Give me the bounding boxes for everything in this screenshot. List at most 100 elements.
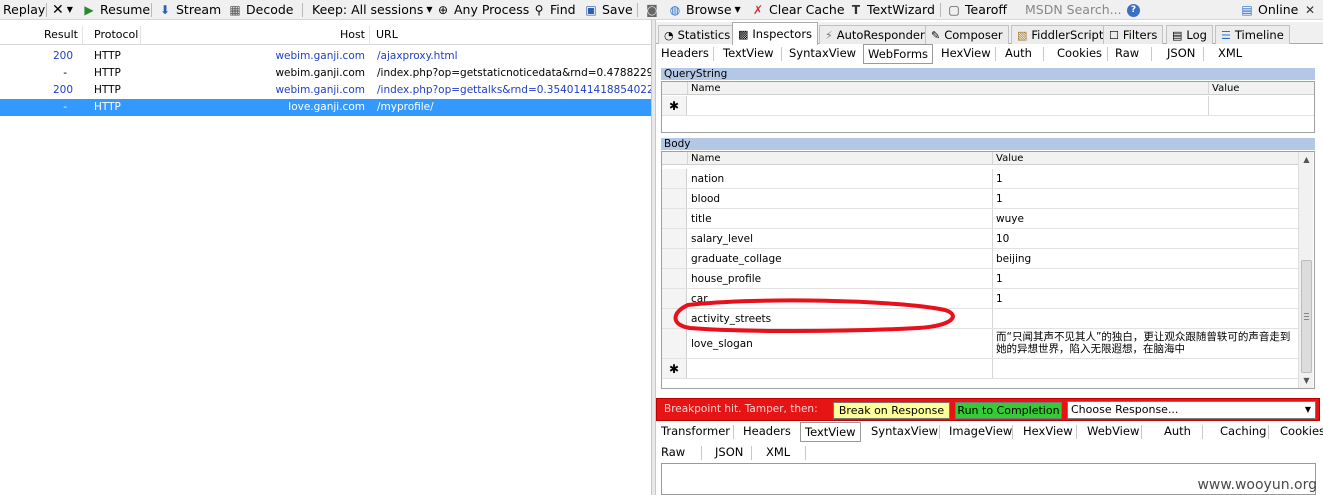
tab-json[interactable]: JSON: [711, 443, 747, 463]
body-scrollbar[interactable]: ▲ ▼: [1298, 152, 1313, 388]
querystring-new-row[interactable]: ✱: [662, 96, 1314, 116]
tab-composer[interactable]: ✎ Composer: [925, 25, 1009, 44]
tab-cookies[interactable]: Cookies: [1053, 44, 1106, 64]
tab-json[interactable]: JSON: [1163, 44, 1199, 64]
body-row[interactable]: title wuye: [662, 209, 1298, 229]
querystring-new-name-cell[interactable]: [688, 96, 1209, 115]
tab-xml[interactable]: XML: [1214, 44, 1246, 64]
panel-splitter[interactable]: [651, 20, 656, 495]
tab-cookies[interactable]: Cookies: [1276, 422, 1323, 442]
tab-inspectors[interactable]: ▩ Inspectors: [732, 22, 819, 45]
tab-textview[interactable]: TextView: [800, 422, 861, 442]
scroll-down-icon[interactable]: ▼: [1299, 373, 1314, 388]
msdn-search-input[interactable]: MSDN Search...: [1025, 0, 1122, 20]
scroll-up-icon[interactable]: ▲: [1299, 152, 1314, 167]
body-name-cell[interactable]: title: [688, 209, 993, 228]
body-new-name-cell[interactable]: [688, 359, 993, 378]
body-column-value[interactable]: Value: [993, 152, 1298, 164]
tab-xml[interactable]: XML: [762, 443, 794, 463]
tab-textview[interactable]: TextView: [719, 44, 778, 64]
resume-button[interactable]: ▶ Resume: [82, 0, 150, 20]
body-value-cell[interactable]: [993, 309, 1298, 328]
body-row[interactable]: graduate_collage beijing: [662, 249, 1298, 269]
clear-cache-button[interactable]: ✗ Clear Cache: [751, 0, 845, 20]
tab-syntaxview[interactable]: SyntaxView: [785, 44, 860, 64]
browse-button[interactable]: ◍ Browse ▼: [668, 0, 741, 20]
body-column-name[interactable]: Name: [688, 152, 993, 164]
body-row[interactable]: salary_level 10: [662, 229, 1298, 249]
help-button[interactable]: ?: [1127, 0, 1140, 20]
session-row[interactable]: 200 HTTP webim.ganji.com /ajaxproxy.html: [0, 48, 651, 65]
querystring-new-value-cell[interactable]: [1209, 96, 1314, 115]
textwizard-button[interactable]: T TextWizard: [849, 0, 935, 20]
body-new-row[interactable]: ✱: [662, 359, 1298, 379]
body-new-value-cell[interactable]: [993, 359, 1298, 378]
body-value-cell[interactable]: beijing: [993, 249, 1298, 268]
tab-divider: [733, 425, 734, 439]
column-host[interactable]: Host: [140, 26, 370, 45]
body-row[interactable]: blood 1: [662, 189, 1298, 209]
body-value-cell[interactable]: 10: [993, 229, 1298, 248]
tab-hexview[interactable]: HexView: [1019, 422, 1077, 442]
column-result[interactable]: Result: [0, 26, 83, 45]
body-name-cell[interactable]: nation: [688, 169, 993, 188]
replay-button[interactable]: Replay: [3, 0, 45, 20]
keep-sessions-dropdown[interactable]: Keep: All sessions ▼: [312, 0, 432, 20]
tab-webview[interactable]: WebView: [1083, 422, 1143, 442]
querystring-column-name[interactable]: Name: [688, 82, 1209, 94]
body-name-cell[interactable]: salary_level: [688, 229, 993, 248]
tab-caching[interactable]: Caching: [1216, 422, 1270, 442]
body-value-cell[interactable]: wuye: [993, 209, 1298, 228]
decode-button[interactable]: ▦ Decode: [228, 0, 293, 20]
choose-response-select[interactable]: Choose Response... ▼: [1067, 401, 1316, 419]
tab-auth[interactable]: Auth: [1001, 44, 1036, 64]
session-row[interactable]: 200 HTTP webim.ganji.com /index.php?op=g…: [0, 82, 651, 99]
find-button[interactable]: ⚲ Find: [532, 0, 576, 20]
online-status[interactable]: ▤ Online: [1240, 0, 1298, 20]
body-value-cell[interactable]: 而“只闻其声不见其人”的独白，更让观众跟随曾轶可的声音走到她的异想世界，陷入无限…: [993, 329, 1298, 358]
tab-autoresponder[interactable]: ⚡ AutoResponder: [819, 25, 931, 44]
tab-headers[interactable]: Headers: [739, 422, 795, 442]
tab-hexview[interactable]: HexView: [937, 44, 995, 64]
run-to-completion-button[interactable]: Run to Completion: [955, 402, 1062, 419]
break-on-response-button[interactable]: Break on Response: [833, 402, 950, 419]
tearoff-button[interactable]: ▢ Tearoff: [947, 0, 1007, 20]
tab-transformer[interactable]: Transformer: [657, 422, 734, 442]
tab-syntaxview[interactable]: SyntaxView: [867, 422, 942, 442]
tab-timeline[interactable]: ☰ Timeline: [1215, 25, 1290, 44]
body-name-cell[interactable]: graduate_collage: [688, 249, 993, 268]
body-value-cell[interactable]: 1: [993, 189, 1298, 208]
body-name-cell[interactable]: blood: [688, 189, 993, 208]
scrollbar-thumb[interactable]: [1301, 260, 1312, 373]
body-value-cell[interactable]: 1: [993, 269, 1298, 288]
tab-raw[interactable]: Raw: [1111, 44, 1143, 64]
tab-filters[interactable]: ☐ Filters: [1103, 25, 1164, 44]
tab-webforms[interactable]: WebForms: [863, 44, 934, 64]
window-icon: ▢: [948, 3, 960, 17]
tab-fiddlerscript[interactable]: ▧ FiddlerScript: [1011, 25, 1110, 44]
session-row-selected[interactable]: - HTTP love.ganji.com /myprofile/: [0, 99, 651, 116]
remove-button[interactable]: ✕ ▼: [52, 0, 73, 20]
tab-headers[interactable]: Headers: [657, 44, 713, 64]
tab-log[interactable]: ▤ Log: [1166, 25, 1213, 44]
close-toolbar-button[interactable]: ✕: [1305, 0, 1315, 20]
querystring-column-value[interactable]: Value: [1209, 82, 1314, 94]
body-name-cell[interactable]: house_profile: [688, 269, 993, 288]
body-value-cell[interactable]: 1: [993, 169, 1298, 188]
body-value-cell[interactable]: 1: [993, 289, 1298, 308]
screenshot-button[interactable]: ◙: [645, 0, 663, 20]
tab-raw[interactable]: Raw: [657, 443, 689, 463]
tab-statistics[interactable]: ◔ Statistics: [658, 25, 737, 44]
tab-auth[interactable]: Auth: [1160, 422, 1195, 442]
session-row[interactable]: - HTTP webim.ganji.com /index.php?op=get…: [0, 65, 651, 82]
tab-imageview[interactable]: ImageView: [945, 422, 1016, 442]
column-url[interactable]: URL: [372, 26, 651, 45]
save-button[interactable]: ▣ Save: [584, 0, 632, 20]
tab-label: Timeline: [1234, 27, 1284, 42]
body-row[interactable]: nation 1: [662, 169, 1298, 189]
stream-button[interactable]: ⬇ Stream: [158, 0, 221, 20]
session-host: webim.ganji.com: [275, 67, 365, 79]
any-process-button[interactable]: ⊕ Any Process: [436, 0, 529, 20]
body-row[interactable]: house_profile 1: [662, 269, 1298, 289]
watermark-text: www.wooyun.org: [1197, 477, 1317, 493]
